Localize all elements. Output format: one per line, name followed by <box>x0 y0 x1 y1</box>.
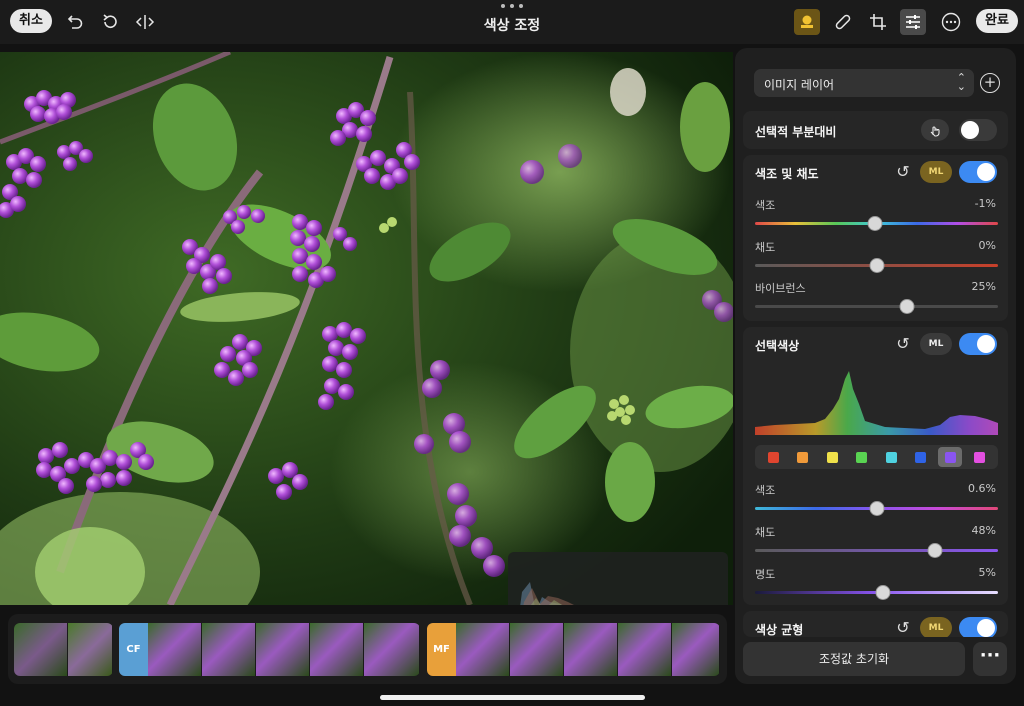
filmstrip-thumbnail[interactable] <box>202 623 256 676</box>
crop-icon[interactable] <box>865 9 891 35</box>
filmstrip-group-cf[interactable]: CF <box>119 623 420 676</box>
filmstrip-thumbnail[interactable] <box>564 623 618 676</box>
color-swatch[interactable] <box>938 447 963 467</box>
color-swatch-chip <box>974 451 986 463</box>
color-balance-title: 색상 균형 <box>755 623 804 637</box>
more-options-icon[interactable] <box>938 9 964 35</box>
sel-hue-slider-thumb[interactable] <box>869 501 885 516</box>
color-swatch-chip <box>856 451 868 463</box>
sel-saturation-slider-thumb[interactable] <box>927 543 943 558</box>
filmstrip-thumbnail[interactable] <box>256 623 310 676</box>
filmstrip-thumbnail[interactable] <box>456 623 510 676</box>
reset-icon[interactable]: ↺ <box>892 333 914 355</box>
vibrance-value: 25% <box>971 280 996 293</box>
multitask-dots-icon[interactable] <box>501 4 523 10</box>
histogram-overlay <box>508 552 728 605</box>
saturation-slider[interactable] <box>755 258 998 273</box>
sel-hue-slider[interactable] <box>755 501 998 516</box>
vibrance-slider-thumb[interactable] <box>899 299 915 314</box>
saturation-value: 0% <box>978 239 996 252</box>
color-balance-card: 색상 균형 ↺ ML <box>743 611 1008 637</box>
top-toolbar: 취소 색상 조정 완료 <box>0 0 1024 44</box>
color-swatch-chip <box>767 451 779 463</box>
filmstrip-group-mf[interactable]: MF <box>427 623 720 676</box>
sel-hue-value: 0.6% <box>968 482 996 495</box>
hue-label: 색조 <box>755 199 776 212</box>
touch-hand-icon[interactable] <box>921 119 949 141</box>
ml-button[interactable]: ML <box>920 617 952 637</box>
selective-color-toggle[interactable] <box>959 333 997 355</box>
color-swatch[interactable] <box>791 447 815 467</box>
filmstrip-group-original[interactable] <box>14 623 113 676</box>
photo-image <box>0 52 733 605</box>
layer-select-label: 이미지 레이어 <box>764 78 835 92</box>
reset-icon[interactable]: ↺ <box>892 617 914 637</box>
filmstrip-thumbnail[interactable] <box>364 623 420 676</box>
hue-histogram <box>755 369 998 435</box>
layer-filmstrip: CF MF <box>8 614 727 684</box>
hue-slider[interactable] <box>755 216 998 231</box>
color-swatch-chip <box>915 451 927 463</box>
sel-saturation-label: 채도 <box>755 526 776 539</box>
layer-select[interactable]: 이미지 레이어 ⌃ ⌄ <box>754 69 974 97</box>
vibrance-slider[interactable] <box>755 299 998 314</box>
ml-button[interactable]: ML <box>920 161 952 183</box>
ml-adjust-icon[interactable] <box>794 9 820 35</box>
color-swatch[interactable] <box>909 447 933 467</box>
reset-adjustments-button[interactable]: 조정값 초기화 <box>743 642 965 676</box>
selective-color-card: 선택색상 ↺ ML 색조 0.6% 채도 48% 명도 5% <box>743 327 1008 605</box>
sel-saturation-slider[interactable] <box>755 543 998 558</box>
filmstrip-thumbnail[interactable] <box>14 623 68 676</box>
home-indicator[interactable] <box>380 695 645 700</box>
selective-color-title: 선택색상 <box>755 339 800 353</box>
chevron-updown-icon: ⌃ ⌄ <box>956 71 966 93</box>
photo-canvas[interactable] <box>0 52 733 605</box>
sel-lightness-label: 명도 <box>755 568 776 581</box>
vibrance-label: 바이브런스 <box>755 282 806 295</box>
selective-contrast-card: 선택적 부분대비 <box>743 111 1008 149</box>
mf-badge: MF <box>427 623 456 676</box>
filmstrip-thumbnail[interactable] <box>310 623 364 676</box>
saturation-label: 채도 <box>755 241 776 254</box>
hue-value: -1% <box>974 197 996 210</box>
cf-badge: CF <box>119 623 148 676</box>
filmstrip-thumbnail[interactable] <box>618 623 672 676</box>
color-swatch-chip <box>797 451 809 463</box>
color-swatch-chip <box>944 451 956 463</box>
filmstrip-thumbnail[interactable] <box>68 623 113 676</box>
color-swatch[interactable] <box>820 447 844 467</box>
color-swatch-chip <box>885 451 897 463</box>
hue-saturation-card: 색조 및 채도 ↺ ML 색조 -1% 채도 0% 바이브런스 25% <box>743 155 1008 321</box>
sel-saturation-value: 48% <box>971 524 996 537</box>
hue-saturation-toggle[interactable] <box>959 161 997 183</box>
done-button[interactable]: 완료 <box>976 9 1018 33</box>
color-swatch[interactable] <box>850 447 874 467</box>
adjust-sliders-icon[interactable] <box>900 9 926 35</box>
hue-saturation-title: 색조 및 채도 <box>755 167 819 181</box>
ml-button[interactable]: ML <box>920 333 952 355</box>
filmstrip-thumbnail[interactable] <box>672 623 720 676</box>
color-swatch[interactable] <box>761 447 785 467</box>
color-swatch-chip <box>826 451 838 463</box>
color-swatch[interactable] <box>879 447 903 467</box>
adjustment-panel: 이미지 레이어 ⌃ ⌄ + 선택적 부분대비 색조 및 채도 ↺ ML 색조 -1… <box>735 48 1016 684</box>
add-layer-icon[interactable]: + <box>980 73 1000 93</box>
selective-contrast-toggle[interactable] <box>959 119 997 141</box>
sel-lightness-value: 5% <box>978 566 996 579</box>
color-balance-toggle[interactable] <box>959 617 997 637</box>
heal-bandage-icon[interactable] <box>830 9 856 35</box>
sel-lightness-slider-thumb[interactable] <box>875 585 891 600</box>
hue-slider-thumb[interactable] <box>867 216 883 231</box>
sel-lightness-slider[interactable] <box>755 585 998 600</box>
selective-contrast-title: 선택적 부분대비 <box>755 125 837 139</box>
saturation-slider-thumb[interactable] <box>869 258 884 273</box>
filmstrip-thumbnail[interactable] <box>510 623 564 676</box>
more-button[interactable]: ··· <box>973 642 1007 676</box>
reset-icon[interactable]: ↺ <box>892 161 914 183</box>
filmstrip-thumbnail[interactable] <box>148 623 202 676</box>
sel-hue-label: 색조 <box>755 484 776 497</box>
color-swatch-row <box>755 445 998 469</box>
color-swatch[interactable] <box>968 447 992 467</box>
